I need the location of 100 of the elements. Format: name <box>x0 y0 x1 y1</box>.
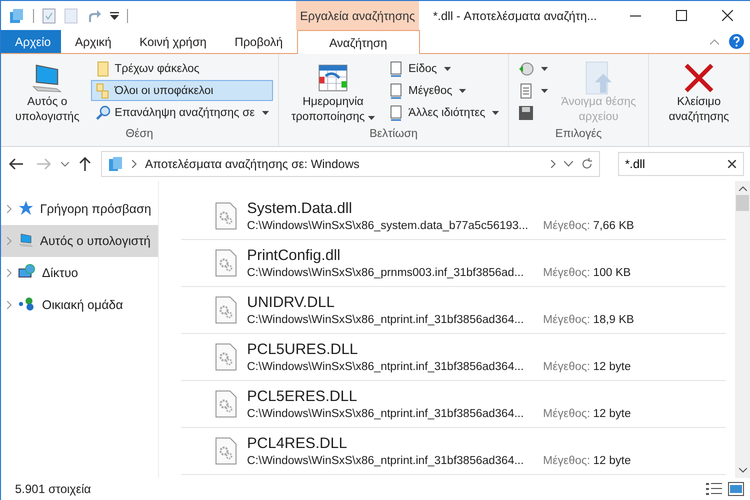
close-icon[interactable] <box>722 10 732 21</box>
file-name: UNIDRV.DLL <box>247 294 336 311</box>
search-results-icon <box>108 156 124 172</box>
file-name: PrintConfig.dll <box>247 247 342 264</box>
size-label: Μέγεθος: <box>543 314 590 326</box>
file-size: 12 byte <box>593 408 631 420</box>
size-label: Μέγεθος: <box>543 455 590 467</box>
file-size: 12 byte <box>593 455 631 467</box>
dll-file-icon <box>215 202 237 230</box>
ribbon-tab[interactable]: Προβολή <box>220 30 297 53</box>
ribbon-button[interactable]: Αυτός ο υπολογιστής <box>6 58 89 128</box>
collapse-ribbon-icon[interactable] <box>710 38 719 44</box>
navigation-item[interactable]: Αυτός ο υπολογιστή <box>1 225 158 257</box>
refresh-icon[interactable] <box>581 158 593 170</box>
file-row[interactable]: PCL4RES.DLL C:\Windows\WinSxS\x86_ntprint.inf_31bf3856ad364... Μέγεθος: 12 byte <box>181 428 726 475</box>
group-label: Επιλογές <box>554 128 603 142</box>
expand-icon[interactable] <box>7 205 12 213</box>
back-icon[interactable] <box>9 158 23 170</box>
chevron-icon <box>551 160 556 168</box>
chevron-icon <box>132 160 137 168</box>
file-row[interactable]: PrintConfig.dll C:\Windows\WinSxS\x86_prnms003.inf_31bf3856ad... Μέγεθος: 100 KB <box>181 240 726 287</box>
ribbon-tab[interactable]: Κοινή χρήση <box>125 30 221 53</box>
network-icon <box>18 264 36 280</box>
help-icon[interactable] <box>729 34 744 49</box>
file-size: 7,66 KB <box>593 220 634 232</box>
window-title: *.dll - Αποτελέσματα αναζήτη... <box>433 8 598 22</box>
file-row[interactable]: System.Data.dll C:\Windows\WinSxS\x86_system.data_b77a5c56193... Μέγεθος: 7,66 KB <box>181 193 726 240</box>
caret-icon <box>541 66 548 70</box>
size-label: Μέγεθος: <box>543 408 590 420</box>
ribbon-tab[interactable]: Αρχείο <box>1 30 61 53</box>
file-name: System.Data.dll <box>247 200 354 217</box>
list-icon <box>518 82 534 98</box>
ribbon-button[interactable]: Κλείσιμο αναζήτησης <box>654 58 744 128</box>
dll-file-icon <box>215 343 237 371</box>
redo-icon[interactable] <box>86 8 102 24</box>
dropdown-icon[interactable] <box>110 12 119 20</box>
ribbon-tab[interactable]: Αρχική <box>61 30 126 53</box>
properties-icon[interactable] <box>42 8 56 24</box>
caret-icon <box>262 110 269 114</box>
up-icon[interactable] <box>79 157 91 171</box>
star-icon <box>18 200 34 216</box>
search-field[interactable]: *.dll <box>618 152 744 176</box>
expand-icon[interactable] <box>7 301 12 309</box>
thumbnail-view-icon[interactable] <box>728 482 744 496</box>
caret-icon <box>368 116 375 120</box>
address-bar[interactable]: Αποτελέσματα αναζήτησης σε: Windows <box>101 151 600 177</box>
document-icon <box>388 82 404 98</box>
search-icon <box>94 104 111 120</box>
document-icon <box>388 104 404 120</box>
dropdown-icon[interactable] <box>564 161 573 167</box>
navigation-item[interactable]: Οικιακή ομάδα <box>1 289 158 321</box>
scrollbar[interactable] <box>735 181 750 478</box>
ribbon-button[interactable]: Όλοι οι υποφάκελοι <box>90 80 273 101</box>
ribbon-button[interactable]: Είδος <box>384 58 504 79</box>
maximize-icon[interactable] <box>676 10 686 21</box>
scroll-thumb[interactable] <box>736 195 749 211</box>
ribbon-button[interactable]: Άλλες ιδιότητες <box>384 102 504 123</box>
file-path: C:\Windows\WinSxS\x86_prnms003.inf_31bf3856ad... <box>247 267 525 279</box>
group-label: Θέση <box>124 128 154 142</box>
file-row[interactable]: UNIDRV.DLL C:\Windows\WinSxS\x86_ntprint.inf_31bf3856ad364... Μέγεθος: 18,9 KB <box>181 287 726 334</box>
caret-icon <box>541 88 548 92</box>
size-label: Μέγεθος: <box>543 361 590 373</box>
dll-file-icon <box>215 296 237 324</box>
subfolders-icon <box>94 82 111 98</box>
file-path: C:\Windows\WinSxS\x86_ntprint.inf_31bf3856ad364... <box>247 455 525 467</box>
scroll-up-icon[interactable] <box>738 186 746 191</box>
file-name: PCL4RES.DLL <box>247 435 348 452</box>
file-size: 12 byte <box>593 361 631 373</box>
scroll-down-icon[interactable] <box>738 468 746 473</box>
size-label: Μέγεθος: <box>543 267 590 279</box>
file-name: PCL5URES.DLL <box>247 341 359 358</box>
computer-icon <box>18 232 34 248</box>
recent-locations-icon[interactable] <box>61 162 69 166</box>
navigation-item[interactable]: Δίκτυο <box>1 257 158 289</box>
file-name: PCL5ERES.DLL <box>247 388 358 405</box>
file-path: C:\Windows\WinSxS\x86_ntprint.inf_31bf3856ad364... <box>247 314 525 326</box>
caret-icon <box>459 88 466 92</box>
file-row[interactable]: PCL5ERES.DLL C:\Windows\WinSxS\x86_ntprint.inf_31bf3856ad364... Μέγεθος: 12 byte <box>181 381 726 428</box>
contextual-tab-header: Εργαλεία αναζήτησης <box>296 1 419 30</box>
file-path: C:\Windows\WinSxS\x86_ntprint.inf_31bf3856ad364... <box>247 408 525 420</box>
ribbon-button[interactable]: Επανάληψη αναζήτησης σε <box>90 102 273 123</box>
homegroup-icon <box>18 296 36 312</box>
ribbon-button[interactable]: Τρέχων φάκελος <box>90 58 273 79</box>
group-label: Βελτίωση <box>368 128 419 142</box>
details-view-icon[interactable] <box>706 482 722 496</box>
navigation-item[interactable]: Γρήγορη πρόσβαση <box>1 193 158 225</box>
save-icon <box>518 104 534 120</box>
caret-icon <box>492 110 500 114</box>
clear-icon[interactable] <box>728 160 736 168</box>
item-count: 5.901 στοιχεία <box>15 482 92 496</box>
ribbon-button[interactable]: Μέγεθος <box>384 80 504 101</box>
ribbon-button[interactable]: Ημερομηνία τροποποίησης <box>284 58 382 128</box>
expand-icon[interactable] <box>7 269 12 277</box>
file-path: C:\Windows\WinSxS\x86_ntprint.inf_31bf3856ad364... <box>247 361 525 373</box>
size-label: Μέγεθος: <box>543 220 590 232</box>
file-row[interactable]: PCL5URES.DLL C:\Windows\WinSxS\x86_ntprint.inf_31bf3856ad364... Μέγεθος: 12 byte <box>181 334 726 381</box>
dll-file-icon <box>215 390 237 418</box>
file-path: C:\Windows\WinSxS\x86_system.data_b77a5c56193... <box>247 220 530 232</box>
ribbon-tab[interactable]: Αναζήτηση <box>296 30 420 54</box>
dll-file-icon <box>215 437 237 465</box>
